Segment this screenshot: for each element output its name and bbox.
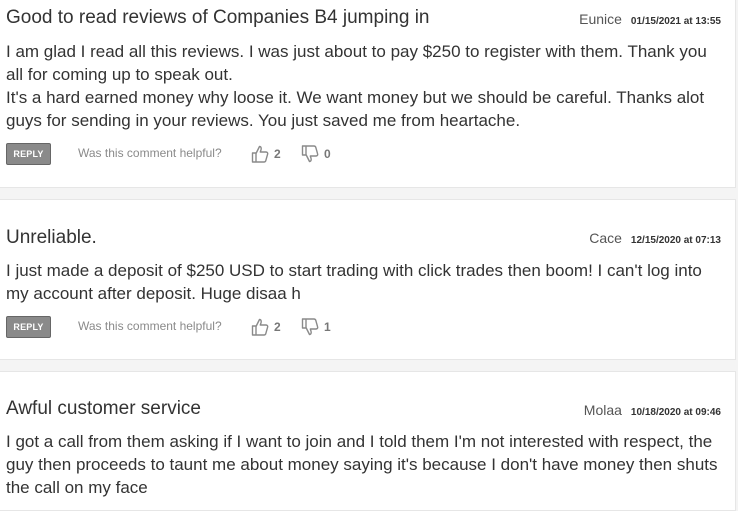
likes-count: 2	[274, 320, 281, 334]
review-author[interactable]: Eunice	[579, 11, 622, 27]
review-body: I just made a deposit of $250 USD to sta…	[6, 261, 702, 303]
review-meta: Cace 12/15/2020 at 07:13	[589, 230, 721, 248]
thumbs-down-icon	[301, 145, 319, 163]
review-title: Good to read reviews of Companies B4 jum…	[6, 7, 430, 28]
reply-button[interactable]: REPLY	[6, 316, 51, 338]
review-date: 10/18/2020 at 09:46	[630, 407, 721, 418]
likes-count: 2	[274, 147, 281, 161]
review-meta: Molaa 10/18/2020 at 09:46	[584, 402, 721, 420]
dislikes-count: 1	[324, 320, 331, 334]
review-card: Good to read reviews of Companies B4 jum…	[0, 0, 736, 188]
review-title: Awful customer service	[6, 398, 201, 419]
review-date: 12/15/2020 at 07:13	[630, 235, 721, 246]
dislikes-count: 0	[324, 147, 331, 161]
helpful-prompt: Was this comment helpful?	[78, 319, 222, 333]
review-title: Unreliable.	[6, 227, 97, 248]
thumbs-up-icon	[251, 318, 269, 336]
review-body: I got a call from them asking if I want …	[6, 432, 718, 497]
review-author[interactable]: Cace	[589, 230, 622, 246]
review-feed: Good to read reviews of Companies B4 jum…	[0, 0, 738, 511]
review-body: I am glad I read all this reviews. I was…	[6, 42, 707, 130]
review-author[interactable]: Molaa	[584, 402, 622, 418]
review-card: Unreliable. Cace 12/15/2020 at 07:13 I ju…	[0, 199, 736, 360]
reply-button[interactable]: REPLY	[6, 143, 51, 165]
review-card: Awful customer service Molaa 10/18/2020 a…	[0, 371, 736, 511]
review-meta: Eunice 01/15/2021 at 13:55	[579, 11, 721, 29]
thumbs-up-icon	[251, 145, 269, 163]
thumbs-down-icon	[301, 318, 319, 336]
helpful-prompt: Was this comment helpful?	[78, 146, 222, 160]
review-date: 01/15/2021 at 13:55	[630, 16, 721, 27]
